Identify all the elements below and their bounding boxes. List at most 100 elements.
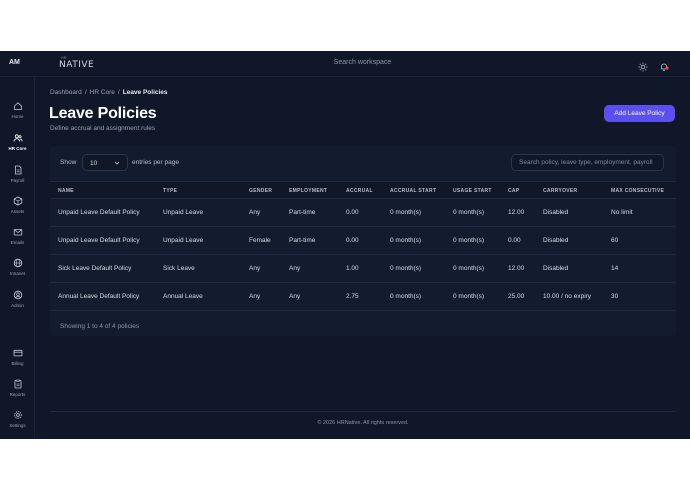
cell-accrual-start: 0 month(s) xyxy=(390,237,422,244)
cell-name: Annual Leave Default Policy xyxy=(58,293,140,300)
cell-gender: Any xyxy=(249,209,261,216)
cell-accrual: 0.00 xyxy=(346,237,359,244)
cell-gender: Any xyxy=(249,265,261,272)
cell-max-consecutive: No limit xyxy=(611,209,633,216)
page-size-value: 10 xyxy=(90,160,98,167)
cell-employment: Part-time xyxy=(289,209,316,216)
cell-type: Unpaid Leave xyxy=(163,209,204,216)
column-header-cap[interactable]: CAP xyxy=(508,188,519,194)
column-header-max-consecutive[interactable]: MAX CONSECUTIVE xyxy=(611,188,664,194)
cell-usage-start: 0 month(s) xyxy=(453,209,485,216)
sidebar-item-payroll[interactable]: Payroll xyxy=(0,165,35,193)
cell-cap: 12.00 xyxy=(508,209,525,216)
cell-gender: Female xyxy=(249,237,271,244)
sidebar-item-intranet[interactable]: Intranet xyxy=(0,258,35,286)
cell-accrual: 2.75 xyxy=(346,293,359,300)
sidebar-item-assets[interactable]: Assets xyxy=(0,196,35,224)
table-summary: Showing 1 to 4 of 4 policies xyxy=(60,323,140,330)
globe-icon xyxy=(13,258,22,268)
sidebar-item-billing[interactable]: Billing xyxy=(0,348,35,376)
home-icon xyxy=(13,102,22,110)
cell-usage-start: 0 month(s) xyxy=(453,237,485,244)
breadcrumb-dashboard[interactable]: Dashboard xyxy=(50,89,82,96)
cell-cap: 25.00 xyxy=(508,293,525,300)
table-header: NAME TYPE GENDER EMPLOYMENT ACCRUAL ACCR… xyxy=(50,181,676,199)
page-title: Leave Policies xyxy=(49,105,157,122)
column-header-gender[interactable]: GENDER xyxy=(249,188,272,194)
table-row[interactable]: Sick Leave Default Policy Sick Leave Any… xyxy=(50,255,676,283)
cell-type: Unpaid Leave xyxy=(163,237,204,244)
breadcrumb: Dashboard / HR Core / Leave Policies xyxy=(50,89,168,96)
column-header-carryover[interactable]: CARRYOVER xyxy=(543,188,577,194)
cell-carryover: 10.00 / no expiry xyxy=(543,293,592,300)
cell-cap: 0.00 xyxy=(508,237,521,244)
table-row[interactable]: Unpaid Leave Default Policy Unpaid Leave… xyxy=(50,227,676,255)
sidebar: Home HR Core Payroll Assets Emails Intra… xyxy=(0,77,35,439)
sidebar-item-emails[interactable]: Emails xyxy=(0,227,35,255)
cell-carryover: Disabled xyxy=(543,265,569,272)
cell-employment: Part-time xyxy=(289,237,316,244)
cell-carryover: Disabled xyxy=(543,237,569,244)
table-row[interactable]: Unpaid Leave Default Policy Unpaid Leave… xyxy=(50,199,676,227)
logo[interactable]: HR NATIVE xyxy=(59,56,94,72)
sidebar-item-reports[interactable]: Reports xyxy=(0,379,35,407)
sidebar-item-label: Settings xyxy=(9,423,26,428)
cell-usage-start: 0 month(s) xyxy=(453,265,485,272)
policy-search-input[interactable] xyxy=(511,154,664,171)
copyright-text: © 2026 HRNative. All rights reserved. xyxy=(317,420,409,426)
top-bar: AM HR NATIVE Search workspace xyxy=(0,51,690,77)
column-header-name[interactable]: NAME xyxy=(58,188,74,194)
sidebar-item-label: Admin xyxy=(11,303,24,308)
sun-icon[interactable] xyxy=(638,59,648,72)
cell-name: Unpaid Leave Default Policy xyxy=(58,209,140,216)
main-content: Dashboard / HR Core / Leave Policies Leave P… xyxy=(35,77,690,439)
sidebar-item-settings[interactable]: Settings xyxy=(0,410,35,438)
page-footer: © 2026 HRNative. All rights reserved. xyxy=(50,411,676,426)
chevron-down-icon xyxy=(114,161,120,165)
column-header-accrual[interactable]: ACCRUAL xyxy=(346,188,373,194)
app-window: AM HR NATIVE Search workspace Home HR Co… xyxy=(0,51,690,439)
admin-icon xyxy=(13,290,22,300)
sidebar-item-label: Assets xyxy=(10,209,25,214)
column-header-type[interactable]: TYPE xyxy=(163,188,177,194)
cell-accrual: 0.00 xyxy=(346,209,359,216)
cell-accrual-start: 0 month(s) xyxy=(390,209,422,216)
gear-icon xyxy=(13,411,22,419)
add-leave-policy-button[interactable]: Add Leave Policy xyxy=(604,105,675,122)
workspace-search[interactable]: Search workspace xyxy=(310,59,415,66)
cell-usage-start: 0 month(s) xyxy=(453,293,485,300)
table-row[interactable]: Annual Leave Default Policy Annual Leave… xyxy=(50,283,676,311)
cell-carryover: Disabled xyxy=(543,209,569,216)
users-icon xyxy=(13,134,23,142)
sidebar-item-label: HR Core xyxy=(8,146,27,151)
column-header-accrual-start[interactable]: ACCRUAL START xyxy=(390,188,436,194)
cell-max-consecutive: 14 xyxy=(611,265,619,272)
sidebar-item-label: Payroll xyxy=(10,178,25,183)
column-header-usage-start[interactable]: USAGE START xyxy=(453,188,492,194)
page-size-select[interactable]: 10 xyxy=(82,154,128,171)
page-subtitle: Define accrual and assignment rules xyxy=(50,125,156,132)
cell-max-consecutive: 60 xyxy=(611,237,619,244)
document-icon xyxy=(14,165,21,175)
breadcrumb-hr-core[interactable]: HR Core xyxy=(90,89,115,96)
box-icon xyxy=(13,196,22,206)
cell-type: Sick Leave xyxy=(163,265,195,272)
cell-cap: 12.00 xyxy=(508,265,525,272)
mail-icon xyxy=(13,229,22,236)
cell-max-consecutive: 30 xyxy=(611,293,619,300)
cell-name: Sick Leave Default Policy xyxy=(58,265,132,272)
cell-gender: Any xyxy=(249,293,261,300)
cell-name: Unpaid Leave Default Policy xyxy=(58,237,140,244)
report-icon xyxy=(14,379,21,389)
bell-icon[interactable] xyxy=(659,59,669,71)
avatar[interactable]: AM xyxy=(9,59,20,66)
policies-table-card: Show 10 entries per page NAME TYPE GENDE… xyxy=(50,146,676,336)
sidebar-item-home[interactable]: Home xyxy=(0,101,35,129)
sidebar-item-hr-core[interactable]: HR Core xyxy=(0,133,35,161)
show-label: Show xyxy=(60,159,77,166)
cell-employment: Any xyxy=(289,265,301,272)
cell-employment: Any xyxy=(289,293,301,300)
column-header-employment[interactable]: EMPLOYMENT xyxy=(289,188,327,194)
sidebar-item-label: Home xyxy=(11,114,24,119)
sidebar-item-admin[interactable]: Admin xyxy=(0,290,35,318)
